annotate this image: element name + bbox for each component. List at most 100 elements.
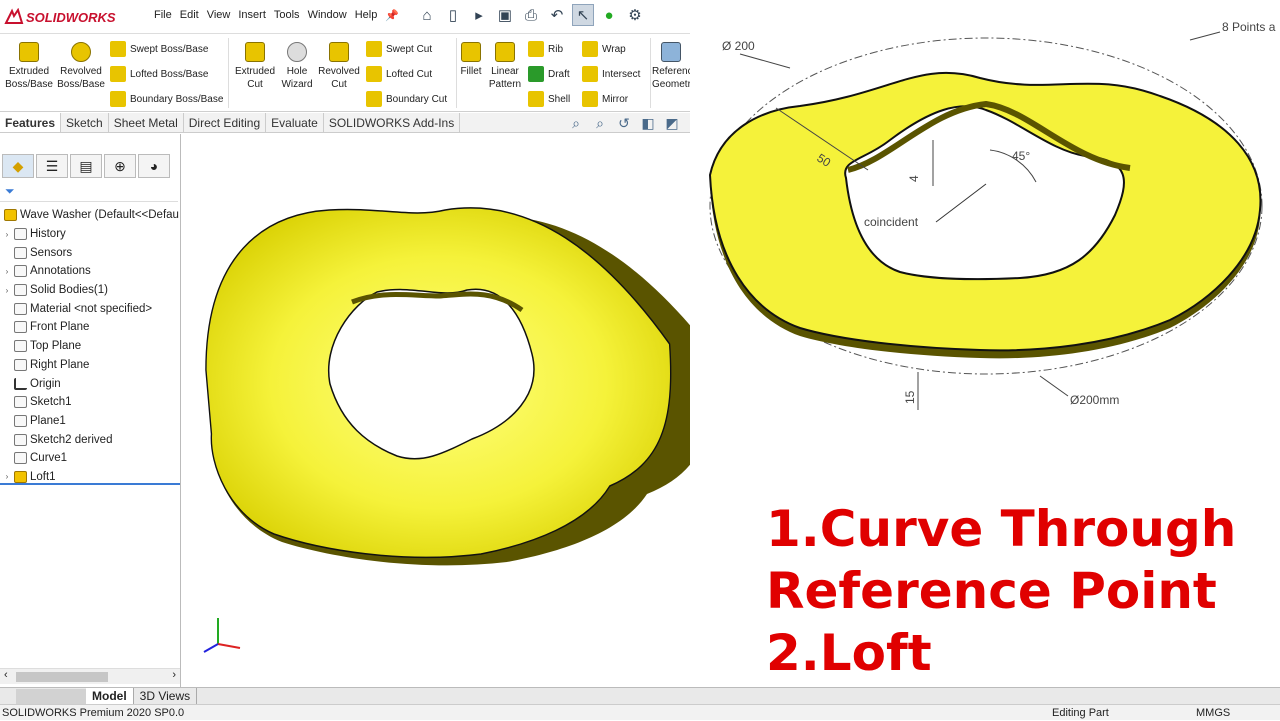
feature-manager-panel: ◆ ☰ ▤ ⊕ ◕ ⏷ Wave Washer (Default<<Defau …: [0, 134, 181, 687]
tab-features[interactable]: Features: [0, 113, 62, 132]
rebuild-traffic-light-icon[interactable]: ●: [598, 4, 620, 26]
property-manager-tab-icon[interactable]: ☰: [36, 154, 68, 178]
menu-insert[interactable]: Insert: [234, 9, 270, 22]
scroll-left-icon[interactable]: ‹: [4, 669, 8, 681]
dia-top-label: Ø 200: [722, 39, 755, 53]
tree-item-right-plane[interactable]: Right Plane: [0, 356, 180, 375]
revolved-cut-button[interactable]: Revolved Cut: [314, 40, 364, 91]
tab-model[interactable]: Model: [86, 687, 134, 705]
sensor-icon: [14, 246, 27, 259]
draft-label: Draft: [548, 68, 570, 80]
menu-help[interactable]: Help: [351, 9, 382, 22]
tree-item-label: Loft1: [30, 470, 56, 483]
title-line-1: 1.Curve Through: [766, 500, 1237, 558]
menu-edit[interactable]: Edit: [176, 9, 203, 22]
swept-cut-button[interactable]: Swept Cut: [366, 41, 432, 57]
extruded-boss-button[interactable]: Extruded Boss/Base: [4, 40, 54, 91]
feature-manager-tab-icon[interactable]: ◆: [2, 154, 34, 178]
linear-pattern-button[interactable]: Linear Pattern: [486, 40, 524, 91]
previous-view-icon[interactable]: ↺: [614, 115, 634, 135]
scroll-thumb[interactable]: [16, 672, 108, 682]
tab-evaluate[interactable]: Evaluate: [266, 113, 324, 132]
lofted-cut-button[interactable]: Lofted Cut: [366, 66, 432, 82]
tab-add-ins[interactable]: SOLIDWORKS Add-Ins: [324, 113, 461, 132]
draft-button[interactable]: Draft: [528, 66, 570, 82]
mirror-button[interactable]: Mirror: [582, 91, 628, 107]
tree-item-top-plane[interactable]: Top Plane: [0, 337, 180, 356]
tree-item-sketch1[interactable]: Sketch1: [0, 393, 180, 412]
boundary-boss-button[interactable]: Boundary Boss/Base: [110, 91, 223, 107]
undo-icon[interactable]: ↶: [546, 4, 568, 26]
view-orientation-icon[interactable]: ◩: [662, 115, 682, 135]
expand-arrow-icon[interactable]: ›: [0, 230, 14, 239]
zoom-to-area-icon[interactable]: ⌕: [590, 115, 610, 135]
tree-item-solid-bodies[interactable]: › Solid Bodies(1): [0, 281, 180, 300]
rib-button[interactable]: Rib: [528, 41, 563, 57]
tab-sheet-metal[interactable]: Sheet Metal: [109, 113, 184, 132]
section-view-icon[interactable]: ◧: [638, 115, 658, 135]
graphics-viewport[interactable]: [182, 134, 690, 687]
title-line-3: 2.Loft: [766, 624, 932, 682]
expand-arrow-icon[interactable]: ›: [0, 472, 14, 481]
wrap-button[interactable]: Wrap: [582, 41, 626, 57]
options-gear-icon[interactable]: ⚙: [624, 4, 646, 26]
tree-item-curve1[interactable]: Curve1: [0, 449, 180, 468]
tab-direct-editing[interactable]: Direct Editing: [184, 113, 267, 132]
solidworks-logo[interactable]: SOLIDWORKS: [4, 6, 116, 28]
configuration-manager-tab-icon[interactable]: ▤: [70, 154, 102, 178]
tree-item-origin[interactable]: Origin: [0, 374, 180, 393]
menu-window[interactable]: Window: [304, 9, 351, 22]
video-title-overlay: 1.Curve Through Reference Point 2.Loft: [766, 498, 1280, 684]
menu-tools[interactable]: Tools: [270, 9, 304, 22]
boundary-cut-button[interactable]: Boundary Cut: [366, 91, 447, 107]
pin-icon[interactable]: 📌: [381, 9, 403, 22]
shell-button[interactable]: Shell: [528, 91, 570, 107]
tree-item-history[interactable]: › History: [0, 225, 180, 244]
reference-drawing: 50 4 45° coincident 15 Ø 200 8 Points a …: [708, 20, 1276, 410]
revolved-cut-icon: [329, 42, 349, 62]
tab-sketch[interactable]: Sketch: [61, 113, 109, 132]
tree-item-sensors[interactable]: Sensors: [0, 243, 180, 262]
new-document-icon[interactable]: ▯: [442, 4, 464, 26]
fillet-button[interactable]: Fillet: [452, 40, 490, 78]
lofted-boss-button[interactable]: Lofted Boss/Base: [110, 66, 208, 82]
intersect-button[interactable]: Intersect: [582, 66, 640, 82]
revolved-boss-button[interactable]: Revolved Boss/Base: [56, 40, 106, 91]
open-folder-icon[interactable]: ▸: [468, 4, 490, 26]
reference-geometry-button[interactable]: Reference Geometry: [652, 40, 690, 91]
zoom-to-fit-icon[interactable]: ⌕: [566, 115, 586, 135]
filter-row[interactable]: ⏷: [0, 182, 178, 202]
tree-item-material[interactable]: Material <not specified>: [0, 299, 180, 318]
display-manager-tab-icon[interactable]: ◕: [138, 154, 170, 178]
print-icon[interactable]: ⎙: [520, 4, 542, 26]
tree-item-plane1[interactable]: Plane1: [0, 412, 180, 431]
tree-item-label: Material <not specified>: [30, 302, 153, 315]
tree-item-sketch2-derived[interactable]: Sketch2 derived: [0, 430, 180, 449]
rollback-bar[interactable]: [0, 483, 180, 485]
tree-item-label: Origin: [30, 377, 61, 390]
home-icon[interactable]: ⌂: [416, 4, 438, 26]
tab-navigation-arrows[interactable]: [16, 688, 86, 704]
menu-view[interactable]: View: [203, 9, 235, 22]
select-pointer-icon[interactable]: ↖: [572, 4, 594, 26]
tree-item-annotations[interactable]: › Annotations: [0, 262, 180, 281]
expand-arrow-icon[interactable]: ›: [0, 286, 14, 295]
expand-arrow-icon[interactable]: ›: [0, 267, 14, 276]
units-selector[interactable]: MMGS: [1196, 705, 1230, 721]
tab-3d-views[interactable]: 3D Views: [134, 687, 198, 705]
swept-boss-button[interactable]: Swept Boss/Base: [110, 41, 208, 57]
save-icon[interactable]: ▣: [494, 4, 516, 26]
dimxpert-tab-icon[interactable]: ⊕: [104, 154, 136, 178]
scroll-right-icon[interactable]: ›: [172, 669, 176, 681]
wave-washer-model[interactable]: [205, 207, 690, 566]
menu-file[interactable]: File: [150, 9, 176, 22]
dia-bottom-label: Ø200mm: [1070, 393, 1119, 407]
filter-icon[interactable]: ⏷: [5, 184, 15, 199]
lofted-cut-label: Lofted Cut: [386, 68, 433, 80]
command-manager-ribbon: Extruded Boss/Base Revolved Boss/Base Sw…: [0, 34, 690, 112]
tree-item-front-plane[interactable]: Front Plane: [0, 318, 180, 337]
wrap-icon: [582, 41, 598, 57]
dia-top-leader: [739, 53, 791, 69]
tree-root-part[interactable]: Wave Washer (Default<<Defau: [0, 206, 180, 225]
horizontal-scrollbar[interactable]: ‹ ›: [0, 668, 180, 684]
